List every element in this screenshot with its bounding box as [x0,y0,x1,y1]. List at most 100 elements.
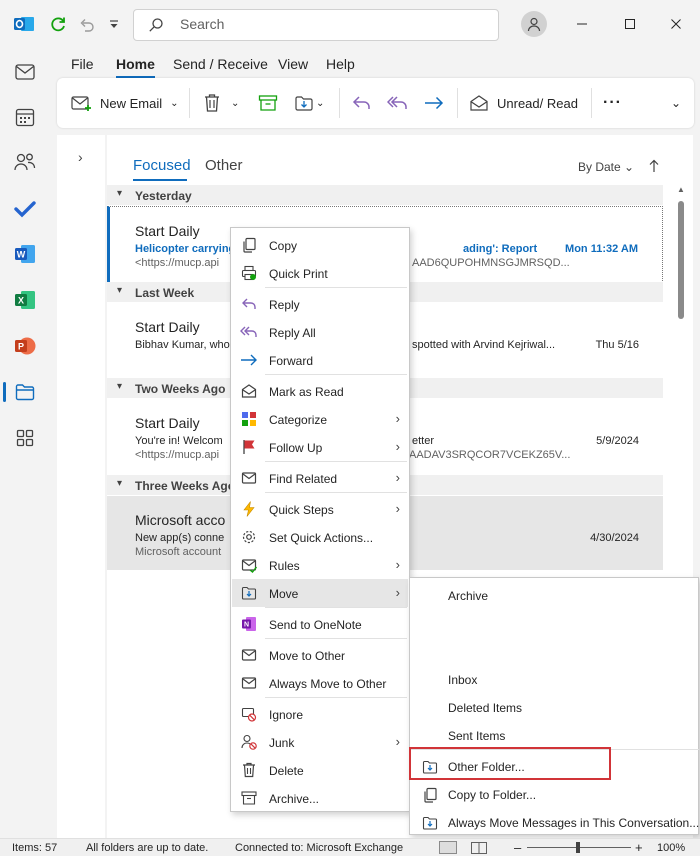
more-apps-icon[interactable] [9,422,41,454]
reading-view-icon[interactable] [470,841,488,854]
submenu-item-archive[interactable]: Archive [411,581,697,609]
menu-item-label: Move [269,587,299,601]
normal-view-icon[interactable] [439,841,457,854]
menu-item-archive[interactable]: Archive... [232,784,408,812]
move-icon [421,814,439,832]
powerpoint-app-icon[interactable]: P [9,330,41,362]
reply-button[interactable] [352,78,372,128]
zoom-level[interactable]: 100% [657,842,685,854]
forward-icon [423,94,445,112]
menu-item-quick-print[interactable]: Quick Print [232,259,408,287]
menu-item-send-to-onenote[interactable]: N Send to OneNote [232,610,408,638]
menu-separator [265,461,407,462]
menu-separator [265,374,407,375]
submenu-item-copy-to-folder[interactable]: Copy to Folder... [411,780,697,808]
ribbon-divider [339,88,340,118]
minimize-icon[interactable] [574,16,590,32]
submenu-item-inbox[interactable]: Inbox [411,665,697,693]
menu-item-always-move-to-other[interactable]: Always Move to Other [232,669,408,697]
menu-item-move-to-other[interactable]: Move to Other [232,641,408,669]
chevron-right-icon: › [395,411,400,426]
forward-button[interactable] [423,78,445,128]
ribbon-expand-icon[interactable]: ⌄ [671,78,681,128]
more-options-button[interactable]: ··· [603,78,622,128]
menu-item-set-quick-actions[interactable]: Set Quick Actions... [232,523,408,551]
close-icon[interactable] [668,16,684,32]
sender: Start Daily [135,415,200,431]
copy-icon [421,786,439,804]
trash-icon [240,761,258,779]
submenu-item-label: Always Move Messages in This Conversatio… [448,816,700,830]
scrollbar-thumb[interactable] [678,201,684,319]
copy-icon [240,236,258,254]
ignore-icon [240,705,258,723]
chevron-down-icon[interactable]: ⌄ [170,98,178,109]
archive-button[interactable] [258,78,278,128]
menu-item-categorize[interactable]: Categorize › [232,405,408,433]
excel-app-icon[interactable]: X [9,284,41,316]
tab-focused[interactable]: Focused [133,157,191,174]
calendar-app-icon[interactable] [9,101,41,133]
svg-text:W: W [17,250,26,260]
reply-all-icon [387,94,409,112]
menu-separator [265,638,407,639]
menu-item-reply-all[interactable]: Reply All [232,318,408,346]
search-input[interactable] [180,16,480,32]
maximize-icon[interactable] [622,16,638,32]
new-email-button[interactable]: New Email ⌄ [71,78,179,128]
reply-all-button[interactable] [387,78,409,128]
submenu-item-always-move[interactable]: Always Move Messages in This Conversatio… [411,808,700,836]
menu-item-find-related[interactable]: Find Related › [232,464,408,492]
sync-icon[interactable] [48,14,68,34]
menu-item-forward[interactable]: Forward [232,346,408,374]
scroll-up-icon[interactable]: ▲ [677,185,685,194]
submenu-item-sent-items[interactable]: Sent Items [411,721,697,749]
avatar[interactable] [521,11,547,37]
group-header[interactable]: ▾ Yesterday [107,185,663,205]
menu-item-label: Rules [269,559,300,573]
sort-direction-icon[interactable] [647,159,661,173]
menu-item-mark-as-read[interactable]: Mark as Read [232,377,408,405]
menu-item-reply[interactable]: Reply [232,290,408,318]
people-app-icon[interactable] [9,146,41,178]
tab-other[interactable]: Other [205,157,243,174]
sort-by-date[interactable]: By Date ⌄ [578,160,634,174]
search-box[interactable] [133,9,499,41]
mail-app-icon[interactable] [9,56,41,88]
folders-app-icon[interactable] [3,376,41,408]
move-button[interactable]: ⌄ [294,78,324,128]
menu-item-move[interactable]: Move › [232,579,408,607]
chevron-down-icon[interactable]: ⌄ [316,98,324,109]
tab-home[interactable]: Home [116,56,155,78]
menu-item-label: Forward [269,354,314,368]
menu-item-rules[interactable]: Rules › [232,551,408,579]
undo-icon[interactable] [77,14,97,34]
menu-item-quick-steps[interactable]: Quick Steps › [232,495,408,523]
menu-separator [265,287,407,288]
zoom-slider-thumb[interactable] [576,842,580,853]
submenu-item-deleted-items[interactable]: Deleted Items [411,693,697,721]
word-app-icon[interactable]: W [9,238,41,270]
menu-item-ignore[interactable]: Ignore [232,700,408,728]
chevron-down-icon[interactable]: ⌄ [231,98,239,109]
expand-folder-pane-icon[interactable]: › [78,149,83,165]
delete-button[interactable]: ⌄ [203,78,239,128]
tab-help[interactable]: Help [326,56,355,72]
new-email-label: New Email [100,95,163,111]
menu-item-follow-up[interactable]: Follow Up › [232,433,408,461]
customize-toolbar-icon[interactable] [106,16,122,32]
menu-item-copy[interactable]: Copy [232,231,408,259]
menu-item-junk[interactable]: Junk › [232,728,408,756]
status-item-count: Items: 57 [12,842,58,854]
tab-file[interactable]: File [71,56,94,72]
tab-view[interactable]: View [278,56,308,72]
menu-item-delete[interactable]: Delete [232,756,408,784]
group-label: Two Weeks Ago [135,382,226,396]
menu-separator [265,492,407,493]
todo-app-icon[interactable] [9,193,41,225]
zoom-in-button[interactable]: + [635,840,643,855]
unread-read-button[interactable]: Unread/ Read [469,78,578,128]
zoom-out-button[interactable]: – [514,840,521,855]
tab-send-receive[interactable]: Send / Receive [173,56,268,72]
archive-icon [258,94,278,112]
